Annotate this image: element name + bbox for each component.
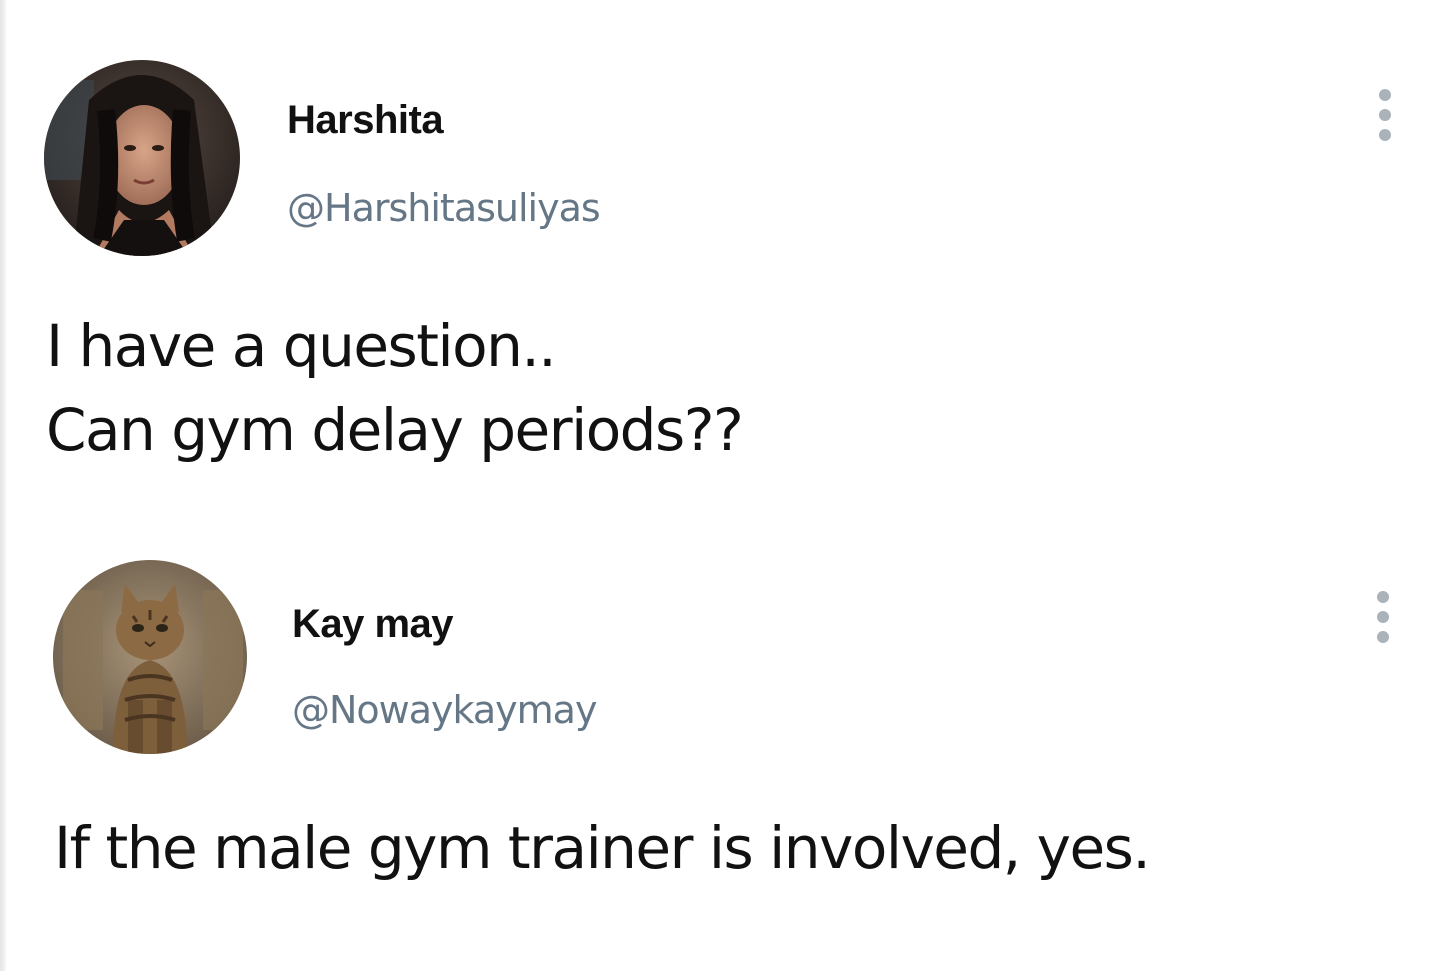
ellipsis-dot: [1377, 631, 1389, 643]
tweet-text: If the male gym trainer is involved, yes…: [54, 806, 1151, 890]
display-name[interactable]: Kay may: [292, 602, 454, 647]
avatar[interactable]: [53, 560, 247, 754]
ellipsis-dot: [1377, 611, 1389, 623]
cat-portrait-icon: [53, 560, 247, 754]
user-handle[interactable]: @Nowaykaymay: [292, 688, 597, 732]
vertical-ellipsis-icon: [1377, 591, 1389, 603]
tweet-reply: Kay may @Nowaykaymay If the male gym tra…: [0, 0, 1439, 971]
tweet-text-line: If the male gym trainer is involved, yes…: [54, 814, 1151, 882]
more-options-button[interactable]: [1368, 582, 1398, 652]
